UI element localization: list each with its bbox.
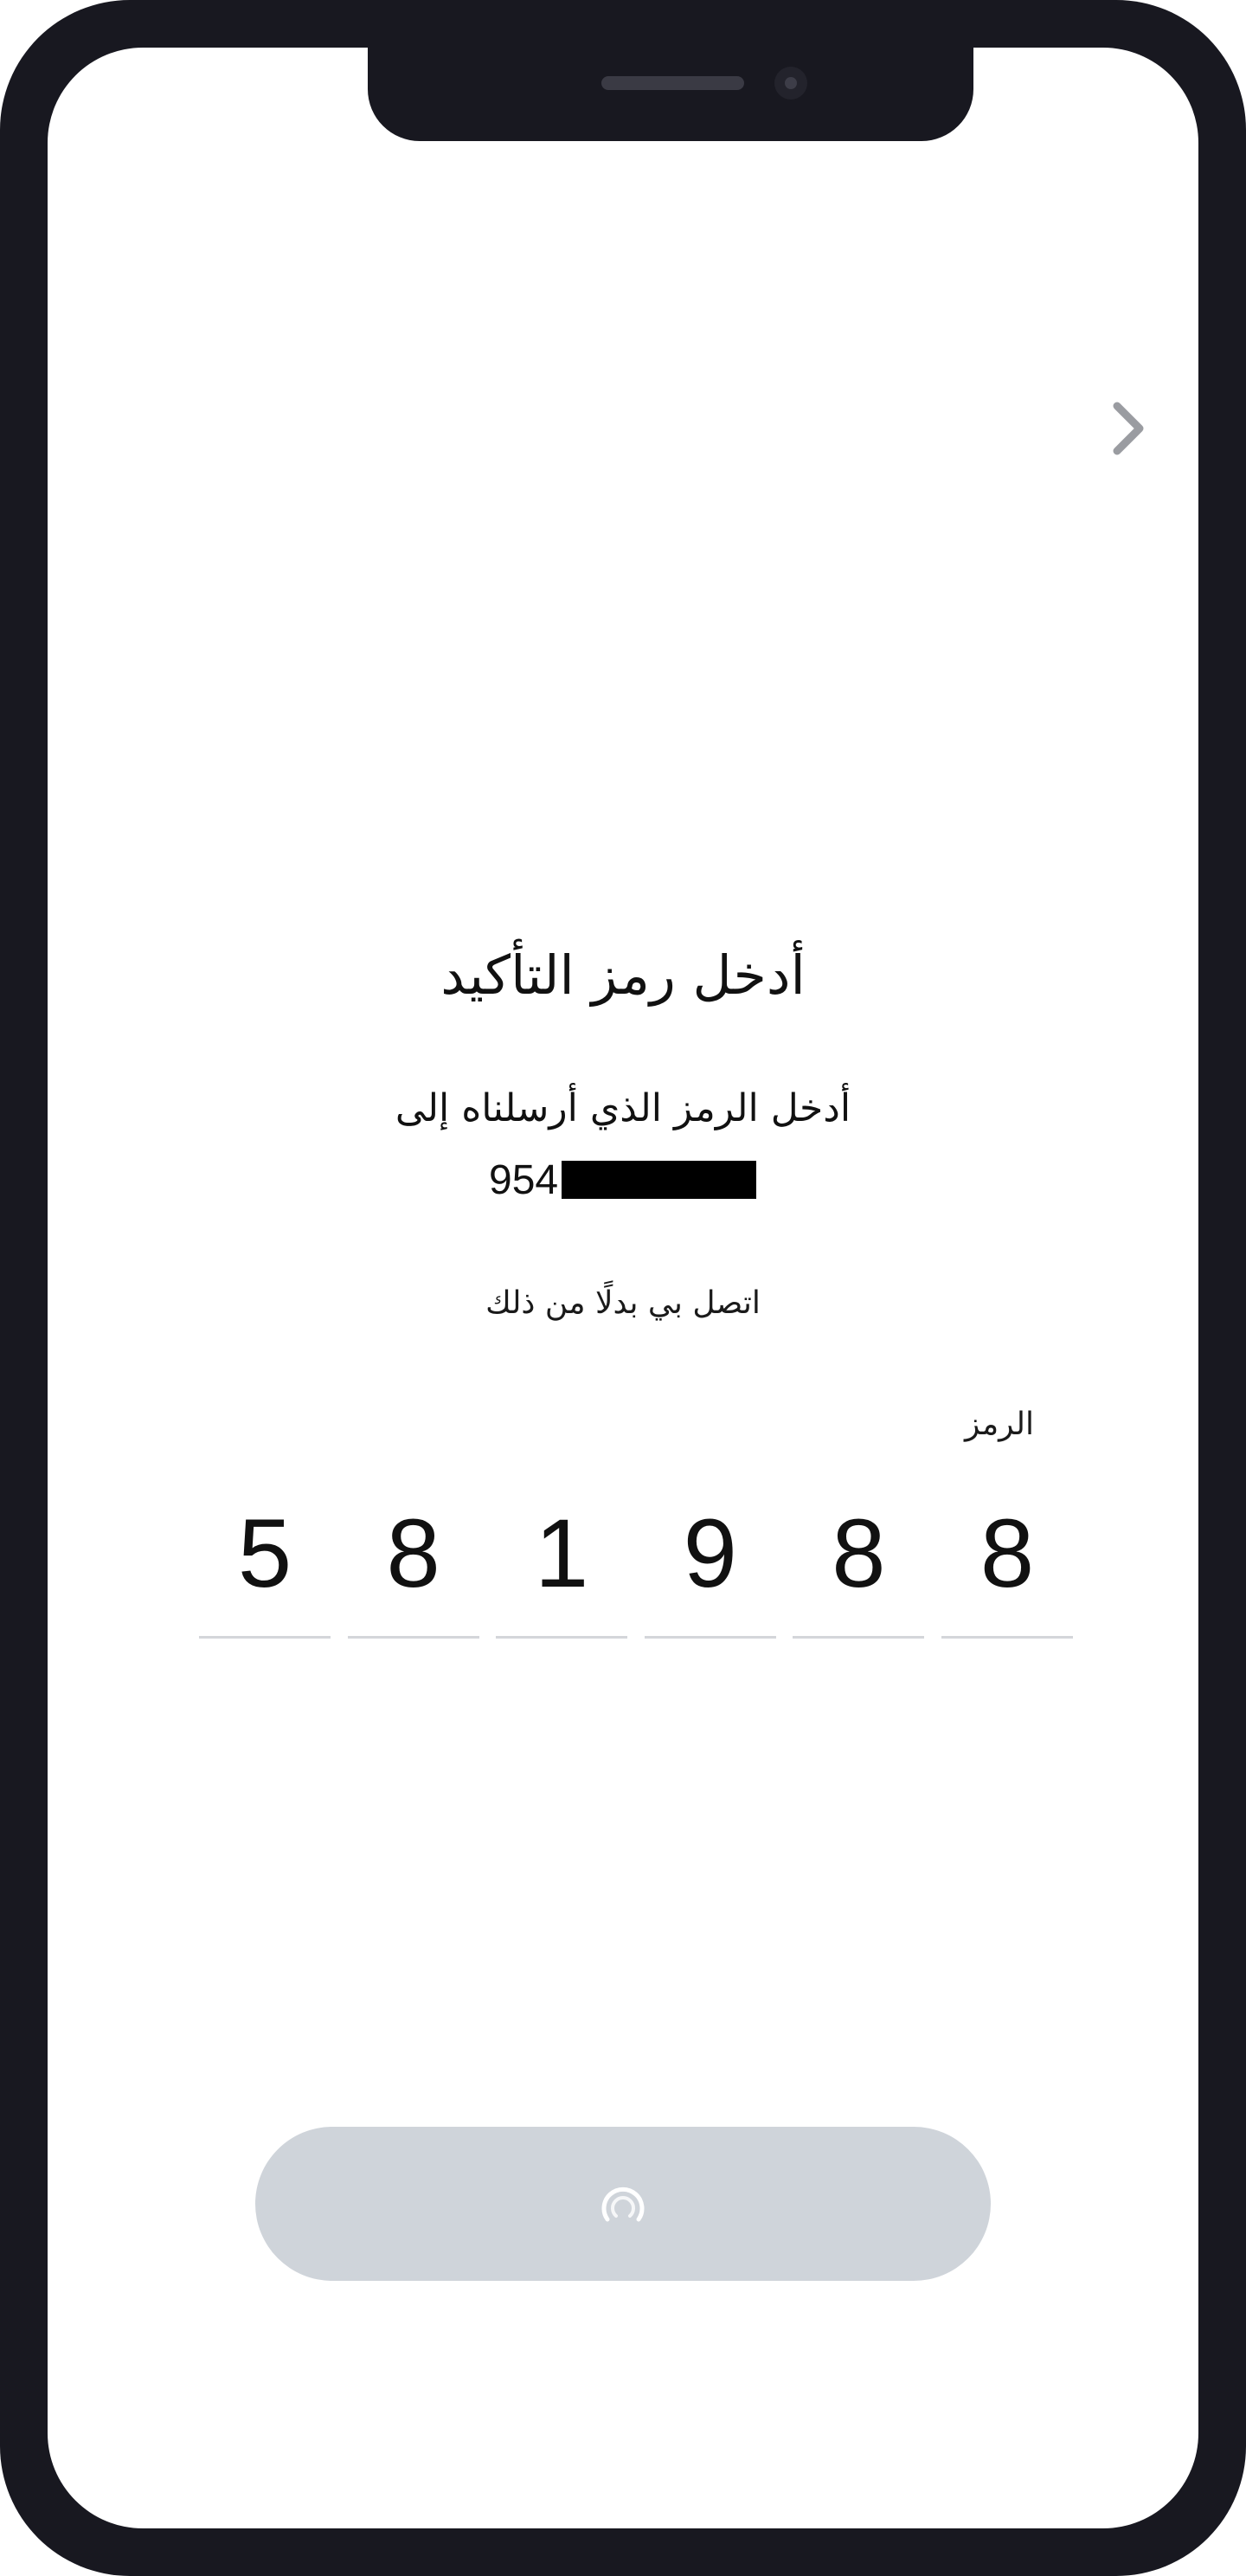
code-digit: 8 [386,1499,440,1607]
page-title: أدخل رمز التأكيد [440,943,806,1007]
code-digit: 5 [237,1499,292,1607]
device-frame: أدخل رمز التأكيد أدخل الرمز الذي أرسلناه… [0,0,1246,2576]
code-digit: 8 [979,1499,1035,1607]
phone-number-redacted [562,1161,757,1199]
code-digit: 9 [683,1499,737,1607]
loading-spinner-icon [601,2186,645,2222]
code-digit-field[interactable]: 1 [496,1489,628,1639]
verification-code-input[interactable]: 5 8 1 9 8 8 [199,1489,1073,1639]
chevron-right-icon[interactable] [1103,394,1155,463]
app-screen: أدخل رمز التأكيد أدخل الرمز الذي أرسلناه… [48,48,1198,2528]
phone-number-prefix: 954 [489,1156,559,1203]
instruction-text: أدخل الرمز الذي أرسلناه إلى [395,1086,851,1130]
code-digit-field[interactable]: 5 [199,1489,331,1639]
front-camera [774,67,807,100]
code-digit-field[interactable]: 8 [793,1489,925,1639]
code-field-label: الرمز [965,1407,1034,1442]
code-digit-field[interactable]: 8 [941,1489,1073,1639]
phone-number: 954 [489,1156,757,1203]
device-notch [368,48,973,141]
code-digit: 8 [832,1499,886,1607]
code-digit-field[interactable]: 8 [347,1489,479,1639]
call-me-instead-link[interactable]: اتصل بي بدلًا من ذلك [48,1285,1198,1321]
submit-button[interactable] [255,2127,991,2281]
speaker-grille [601,76,744,90]
code-digit: 1 [535,1499,589,1607]
code-digit-field[interactable]: 9 [644,1489,776,1639]
